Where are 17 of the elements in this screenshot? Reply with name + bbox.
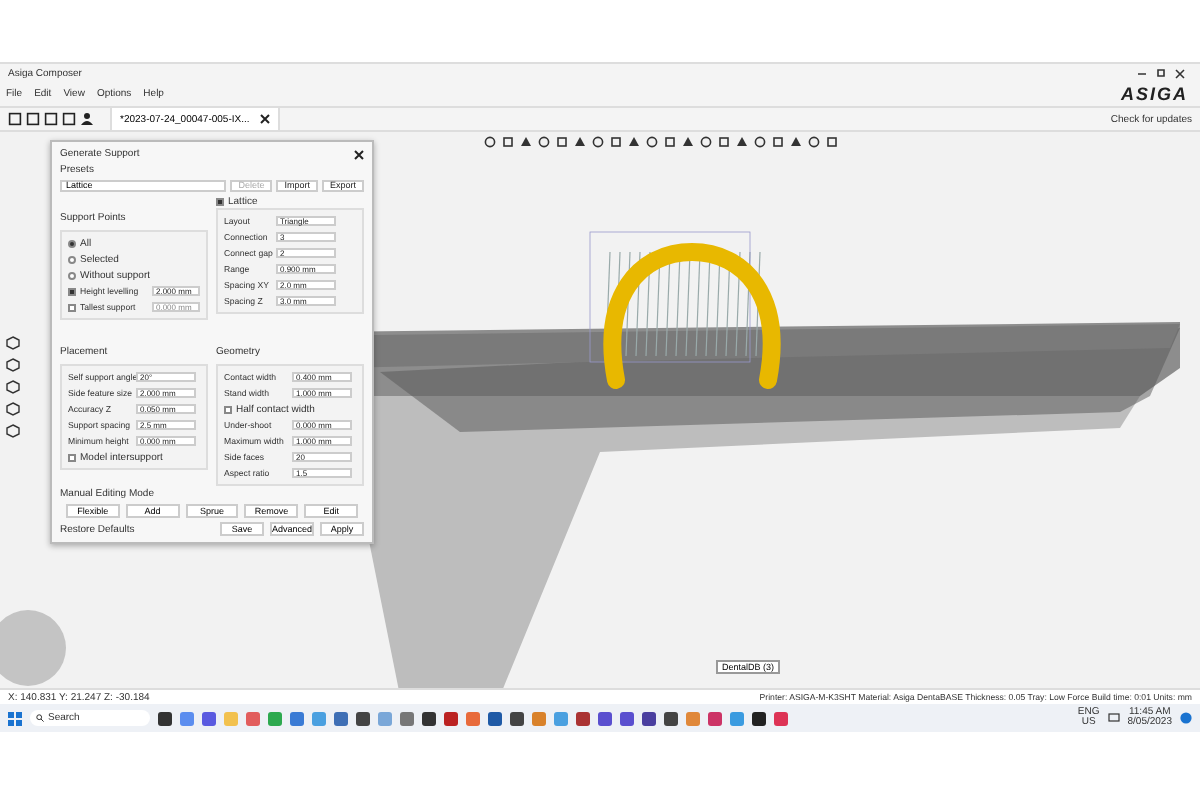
checkbox[interactable] — [68, 453, 76, 461]
close-icon[interactable] — [354, 149, 364, 159]
close-icon[interactable] — [259, 114, 270, 124]
brand-logo: ASIGA — [1120, 84, 1188, 104]
network-icon[interactable] — [1107, 712, 1120, 724]
radio-button[interactable] — [68, 239, 76, 247]
radio-button[interactable] — [68, 271, 76, 279]
checkbox[interactable] — [68, 287, 76, 295]
notification-icon[interactable] — [1180, 712, 1192, 724]
radio-button[interactable] — [68, 255, 76, 263]
checkbox[interactable] — [68, 303, 76, 311]
checkbox[interactable] — [224, 405, 232, 413]
user-icon[interactable] — [80, 112, 94, 126]
window-controls-icon[interactable] — [1136, 67, 1188, 79]
search-icon — [36, 714, 44, 722]
windows-start-icon[interactable] — [8, 711, 22, 725]
checkbox[interactable] — [216, 197, 224, 205]
